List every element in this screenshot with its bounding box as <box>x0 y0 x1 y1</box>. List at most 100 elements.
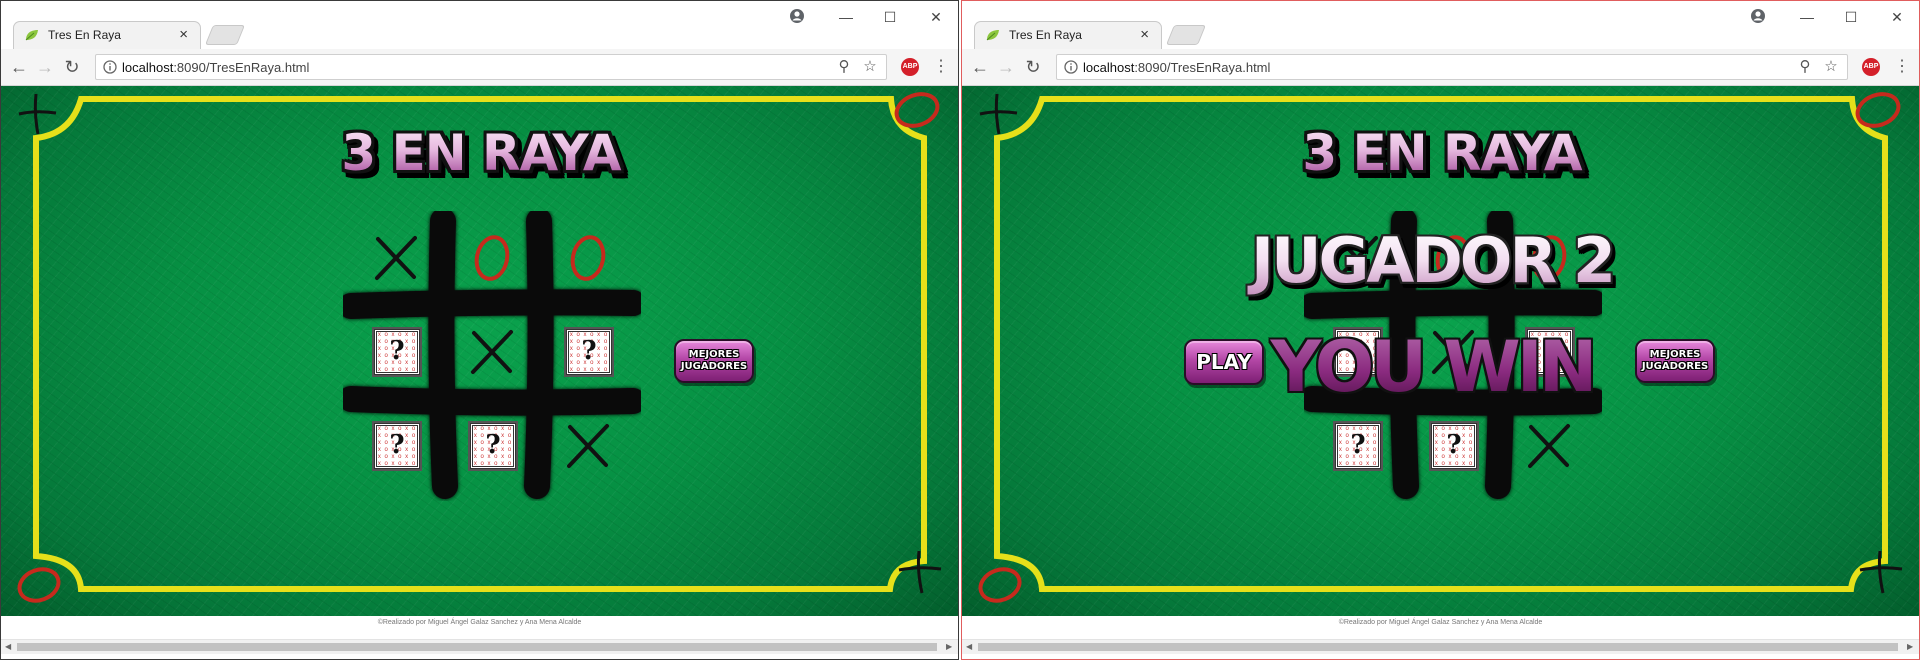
board-cell-2-1[interactable]: x o x o x o x o x o x o x o x o x o x o … <box>1405 399 1501 495</box>
question-mark-icon: ? <box>389 336 405 366</box>
back-arrow-icon[interactable]: ← <box>8 56 30 78</box>
url-text: localhost:8090/TresEnRaya.html <box>1083 60 1271 75</box>
x-mark-icon <box>1528 424 1570 468</box>
browser-toolbar: ← → ↻ localhost:8090/TresEnRaya.html ⚲ ☆… <box>962 49 1919 86</box>
info-icon[interactable] <box>103 60 117 74</box>
address-bar[interactable]: localhost:8090/TresEnRaya.html ⚲ ☆ <box>1056 54 1848 80</box>
back-arrow-icon[interactable]: ← <box>969 56 991 78</box>
o-mark-icon <box>474 235 510 281</box>
credits-footer: ©Realizado por Miguel Ángel Galaz Sanche… <box>962 616 1919 630</box>
scrollbar-thumb[interactable] <box>978 643 1898 651</box>
x-mark-icon <box>375 236 417 280</box>
x-mark-icon <box>567 424 609 468</box>
corner-x-icon <box>18 93 57 135</box>
minimize-button[interactable]: — <box>834 7 858 27</box>
mystery-card[interactable]: x o x o x o x o x o x o x o x o x o x o … <box>372 327 422 377</box>
board-cell-2-2 <box>1501 399 1597 495</box>
question-mark-icon: ? <box>1350 430 1366 460</box>
tab-bar: Tres En Raya × — ☐ ✕ <box>1 1 958 49</box>
scroll-left-icon[interactable]: ◀ <box>966 641 972 653</box>
board-cell-2-0[interactable]: x o x o x o x o x o x o x o x o x o x o … <box>1309 399 1405 495</box>
mystery-card[interactable]: x o x o x o x o x o x o x o x o x o x o … <box>1429 421 1479 471</box>
leaf-icon <box>25 30 38 41</box>
tab-bar: Tres En Raya × — ☐ ✕ <box>962 1 1919 49</box>
credits-footer: ©Realizado por Miguel Ángel Galaz Sanche… <box>1 616 958 630</box>
browser-window-right: Tres En Raya × — ☐ ✕ ← → ↻ localhost:809… <box>961 0 1920 660</box>
mystery-card[interactable]: x o x o x o x o x o x o x o x o x o x o … <box>564 327 614 377</box>
corner-x-icon <box>898 550 942 594</box>
best-players-button[interactable]: MEJORES JUGADORES <box>674 339 754 383</box>
tab-close-icon[interactable]: × <box>1140 26 1149 44</box>
browser-toolbar: ← → ↻ localhost:8090/TresEnRaya.html ⚲ ☆… <box>1 49 958 86</box>
tab-tres-en-raya[interactable]: Tres En Raya × <box>974 21 1162 49</box>
best-players-button[interactable]: MEJORES JUGADORES <box>1635 339 1715 383</box>
adblock-icon[interactable]: ABP <box>901 58 919 76</box>
account-icon[interactable] <box>1750 8 1766 24</box>
minimize-button[interactable]: — <box>1795 7 1819 27</box>
board-cell-1-1 <box>444 305 540 401</box>
game-title: 3 EN RAYA <box>1292 124 1592 182</box>
best-players-label: JUGADORES <box>680 361 748 372</box>
corner-x-icon <box>1859 550 1903 594</box>
corner-o-icon <box>978 567 1022 603</box>
reload-icon[interactable]: ↻ <box>61 56 83 78</box>
question-mark-icon: ? <box>581 336 597 366</box>
leaf-icon <box>986 30 999 41</box>
best-players-label: MEJORES <box>1649 349 1701 360</box>
close-window-button[interactable]: ✕ <box>924 7 948 27</box>
tab-title: Tres En Raya <box>1009 28 1082 42</box>
board-cell-0-2 <box>540 211 636 307</box>
tab-close-icon[interactable]: × <box>179 26 188 44</box>
corner-x-icon <box>979 93 1018 135</box>
game-title: 3 EN RAYA <box>331 124 631 182</box>
mystery-card[interactable]: x o x o x o x o x o x o x o x o x o x o … <box>372 421 422 471</box>
board-cell-2-0[interactable]: x o x o x o x o x o x o x o x o x o x o … <box>348 399 444 495</box>
best-players-label: MEJORES <box>688 349 740 360</box>
forward-arrow-icon[interactable]: → <box>995 56 1017 78</box>
question-mark-icon: ? <box>1446 430 1462 460</box>
new-tab-button[interactable] <box>1165 25 1207 45</box>
account-icon[interactable] <box>789 8 805 24</box>
forward-arrow-icon[interactable]: → <box>34 56 56 78</box>
page-content: 3 EN RAYA x o x o x o x o x o x o x o x … <box>1 86 958 616</box>
board-cell-1-2[interactable]: x o x o x o x o x o x o x o x o x o x o … <box>540 305 636 401</box>
info-icon[interactable] <box>1064 60 1078 74</box>
question-mark-icon: ? <box>485 430 501 460</box>
corner-o-icon <box>17 567 61 603</box>
board-cell-2-1[interactable]: x o x o x o x o x o x o x o x o x o x o … <box>444 399 540 495</box>
maximize-button[interactable]: ☐ <box>1839 7 1863 27</box>
mystery-card[interactable]: x o x o x o x o x o x o x o x o x o x o … <box>468 421 518 471</box>
scrollbar-thumb[interactable] <box>17 643 937 651</box>
winner-player-text: JUGADOR 2 <box>1242 224 1622 297</box>
close-window-button[interactable]: ✕ <box>1885 7 1909 27</box>
tab-tres-en-raya[interactable]: Tres En Raya × <box>13 21 201 49</box>
scroll-right-icon[interactable]: ▶ <box>1907 641 1913 653</box>
adblock-icon[interactable]: ABP <box>1862 58 1880 76</box>
you-win-text: YOU WIN <box>1242 326 1622 408</box>
new-tab-button[interactable] <box>204 25 246 45</box>
mystery-card[interactable]: x o x o x o x o x o x o x o x o x o x o … <box>1333 421 1383 471</box>
menu-icon[interactable]: ⋮ <box>1894 57 1910 77</box>
menu-icon[interactable]: ⋮ <box>933 57 949 77</box>
scroll-left-icon[interactable]: ◀ <box>5 641 11 653</box>
zoom-icon[interactable]: ⚲ <box>836 59 852 75</box>
bookmark-star-icon[interactable]: ☆ <box>862 59 878 75</box>
board-cell-0-0 <box>348 211 444 307</box>
horizontal-scrollbar[interactable]: ◀ ▶ <box>962 639 1919 654</box>
x-mark-icon <box>471 330 513 374</box>
scroll-right-icon[interactable]: ▶ <box>946 641 952 653</box>
board-cell-2-2 <box>540 399 636 495</box>
horizontal-scrollbar[interactable]: ◀ ▶ <box>1 639 958 654</box>
best-players-label: JUGADORES <box>1641 361 1709 372</box>
reload-icon[interactable]: ↻ <box>1022 56 1044 78</box>
browser-window-left: Tres En Raya × — ☐ ✕ ← → ↻ localhost:809… <box>0 0 959 660</box>
question-mark-icon: ? <box>389 430 405 460</box>
board-cell-0-1 <box>444 211 540 307</box>
address-bar[interactable]: localhost:8090/TresEnRaya.html ⚲ ☆ <box>95 54 887 80</box>
o-mark-icon <box>570 235 606 281</box>
tab-title: Tres En Raya <box>48 28 121 42</box>
maximize-button[interactable]: ☐ <box>878 7 902 27</box>
zoom-icon[interactable]: ⚲ <box>1797 59 1813 75</box>
bookmark-star-icon[interactable]: ☆ <box>1823 59 1839 75</box>
board-cell-1-0[interactable]: x o x o x o x o x o x o x o x o x o x o … <box>348 305 444 401</box>
